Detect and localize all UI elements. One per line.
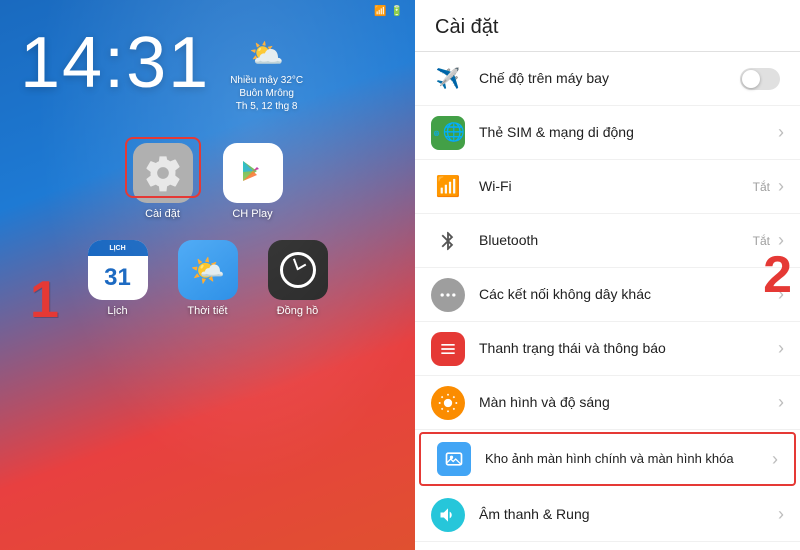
app-weather[interactable]: 🌤️ Thời tiết bbox=[178, 240, 238, 317]
wifi-status: Tắt bbox=[753, 180, 770, 194]
connections-svg bbox=[438, 285, 458, 305]
weather-label: Thời tiết bbox=[187, 305, 227, 317]
airplane-text: Chế độ trên máy bay bbox=[479, 69, 740, 88]
chplay-label: CH Play bbox=[232, 208, 272, 220]
weather-app-icon: 🌤️ bbox=[178, 240, 238, 300]
weather-description: Nhiều mây 32°CBuôn MrôngTh 5, 12 thg 8 bbox=[230, 74, 303, 113]
notification-text: Thanh trạng thái và thông báo bbox=[479, 339, 778, 358]
connections-text: Các kết nối không dây khác bbox=[479, 285, 778, 304]
settings-item-sim[interactable]: 🌐 🌐 Thẻ SIM & mạng di động › bbox=[415, 106, 800, 160]
settings-item-display[interactable]: Màn hình và độ sáng › bbox=[415, 376, 800, 430]
notification-icon bbox=[431, 332, 465, 366]
wallpaper-chevron: › bbox=[772, 449, 778, 470]
play-store-icon bbox=[235, 155, 271, 191]
calendar-icon: LỊCH 31 bbox=[88, 240, 148, 300]
notification-label: Thanh trạng thái và thông báo bbox=[479, 340, 666, 356]
settings-item-bluetooth[interactable]: Bluetooth Tắt › bbox=[415, 214, 800, 268]
settings-panel-wrapper: Cài đặt ✈️ Chế độ trên máy bay 🌐 bbox=[415, 0, 800, 550]
status-icons: 📶 🔋 bbox=[374, 6, 403, 17]
bluetooth-text: Bluetooth bbox=[479, 231, 753, 250]
settings-title: Cài đặt bbox=[435, 16, 780, 39]
settings-item-airplane[interactable]: ✈️ Chế độ trên máy bay bbox=[415, 52, 800, 106]
bluetooth-icon bbox=[431, 224, 465, 258]
sim-label: Thẻ SIM & mạng di động bbox=[479, 124, 634, 140]
display-label: Màn hình và độ sáng bbox=[479, 394, 610, 410]
weather-widget: ⛅ Nhiều mây 32°CBuôn MrôngTh 5, 12 thg 8 bbox=[230, 37, 303, 113]
settings-label: Cài đặt bbox=[145, 208, 180, 220]
clock-display: 14:31 bbox=[20, 27, 210, 99]
connections-icon bbox=[431, 278, 465, 312]
sim-chevron: › bbox=[778, 122, 784, 143]
settings-panel: Cài đặt ✈️ Chế độ trên máy bay 🌐 bbox=[415, 0, 800, 550]
wifi-icon: 📶 bbox=[431, 170, 465, 204]
toggle-knob bbox=[742, 70, 760, 88]
step-1-label: 1 bbox=[30, 270, 59, 330]
sound-text: Âm thanh & Rung bbox=[479, 505, 778, 524]
app-clock[interactable]: Đồng hồ bbox=[268, 240, 328, 317]
connections-label: Các kết nối không dây khác bbox=[479, 286, 651, 302]
time-weather-section: 14:31 ⛅ Nhiều mây 32°CBuôn MrôngTh 5, 12… bbox=[0, 17, 415, 113]
app-settings[interactable]: Cài đặt bbox=[133, 143, 193, 220]
wallpaper-text: Kho ảnh màn hình chính và màn hình khóa bbox=[485, 450, 772, 468]
weather-emoji: 🌤️ bbox=[190, 254, 225, 287]
bluetooth-svg bbox=[437, 230, 459, 252]
sound-svg bbox=[438, 505, 458, 525]
chplay-icon-wrapper bbox=[223, 143, 283, 203]
wallpaper-label: Kho ảnh màn hình chính và màn hình khóa bbox=[485, 451, 734, 466]
settings-item-connections[interactable]: Các kết nối không dây khác › bbox=[415, 268, 800, 322]
status-bar: 📶 🔋 bbox=[0, 0, 415, 17]
notification-chevron: › bbox=[778, 338, 784, 359]
app-grid-top: Cài đặt bbox=[0, 113, 415, 220]
calendar-header: LỊCH bbox=[88, 240, 148, 256]
calendar-label: Lịch bbox=[107, 305, 127, 317]
notification-svg bbox=[438, 339, 458, 359]
wallpaper-svg bbox=[444, 449, 464, 469]
airplane-label: Chế độ trên máy bay bbox=[479, 70, 609, 86]
calendar-date: 31 bbox=[104, 264, 131, 292]
wifi-chevron: › bbox=[778, 176, 784, 197]
airplane-toggle[interactable] bbox=[740, 68, 780, 90]
homescreen-panel: 📶 🔋 14:31 ⛅ Nhiều mây 32°CBuôn MrôngTh 5… bbox=[0, 0, 415, 550]
settings-item-wallpaper[interactable]: Kho ảnh màn hình chính và màn hình khóa … bbox=[419, 432, 796, 486]
airplane-icon: ✈️ bbox=[431, 62, 465, 96]
calendar-month-label: LỊCH bbox=[109, 245, 125, 252]
wifi-label: Wi-Fi bbox=[479, 178, 512, 194]
app-calendar[interactable]: LỊCH 31 Lịch bbox=[88, 240, 148, 317]
wifi-text: Wi-Fi bbox=[479, 177, 753, 196]
clock-face bbox=[280, 252, 316, 288]
display-text: Màn hình và độ sáng bbox=[479, 393, 778, 412]
display-svg bbox=[438, 393, 458, 413]
app-chplay[interactable]: CH Play bbox=[223, 143, 283, 220]
settings-item-notification[interactable]: Thanh trạng thái và thông báo › bbox=[415, 322, 800, 376]
settings-header: Cài đặt bbox=[415, 0, 800, 52]
highlight-box bbox=[125, 137, 201, 198]
display-icon bbox=[431, 386, 465, 420]
weather-icon: ⛅ bbox=[249, 37, 284, 70]
sound-icon bbox=[431, 498, 465, 532]
sim-icon: 🌐 🌐 bbox=[431, 116, 465, 150]
sim-svg: 🌐 bbox=[431, 123, 443, 143]
bluetooth-label: Bluetooth bbox=[479, 232, 538, 248]
calendar-body: 31 bbox=[104, 256, 131, 300]
settings-item-wifi[interactable]: 📶 Wi-Fi Tắt › bbox=[415, 160, 800, 214]
clock-minute-hand bbox=[292, 258, 298, 270]
step-2-label: 2 bbox=[763, 245, 792, 305]
sim-text: Thẻ SIM & mạng di động bbox=[479, 123, 778, 142]
settings-list: ✈️ Chế độ trên máy bay 🌐 🌐 bbox=[415, 52, 800, 550]
wallpaper-icon bbox=[437, 442, 471, 476]
app-grid-bottom: LỊCH 31 Lịch 🌤️ Thời tiết Đồn bbox=[0, 220, 415, 317]
sound-label: Âm thanh & Rung bbox=[479, 506, 590, 522]
display-chevron: › bbox=[778, 392, 784, 413]
sound-chevron: › bbox=[778, 504, 784, 525]
settings-item-sound[interactable]: Âm thanh & Rung › bbox=[415, 488, 800, 542]
clock-app-icon bbox=[268, 240, 328, 300]
clock-label: Đồng hồ bbox=[277, 305, 319, 317]
